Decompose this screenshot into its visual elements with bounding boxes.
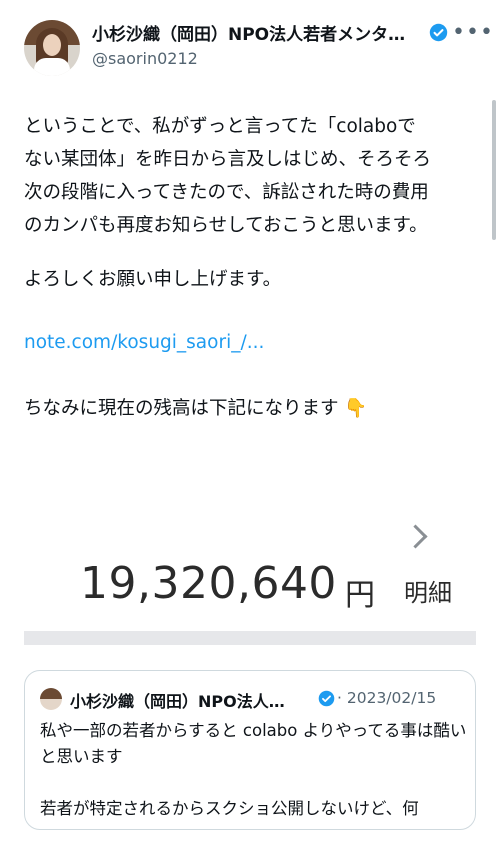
author-avatar[interactable] bbox=[24, 20, 80, 76]
tweet-line: ない某団体」を昨日から言及しはじめ、そろそろ bbox=[24, 149, 432, 170]
quote-author-name: 小杉沙織（岡田）NPO法人… bbox=[70, 692, 285, 711]
quote-text: 私や一部の若者からすると colabo よりやってる事は酷いと思います 若者が特… bbox=[40, 718, 470, 848]
tweet-line: のカンパも再度お知らせしておこうと思います。 bbox=[24, 215, 428, 236]
verified-badge-icon bbox=[429, 23, 448, 42]
tweet-line: 次の段階に入ってきたので、訴訟された時の費用 bbox=[24, 182, 429, 203]
quote-paragraph: 私や一部の若者からすると colabo よりやってる事は酷いと思います bbox=[40, 721, 467, 766]
avatar-face bbox=[43, 34, 61, 56]
balance-amount: 19,320,640 bbox=[80, 558, 337, 609]
quote-paragraph: 若者が特定されるからスクショ公開しないけど、何 bbox=[40, 799, 419, 818]
tweet-greeting: よろしくお願い申し上げます。 bbox=[24, 269, 282, 290]
quote-date: · 2023/02/15 bbox=[337, 689, 437, 707]
tweet-balance-note: ちなみに現在の残高は下記になります 👇 bbox=[24, 398, 368, 419]
verified-badge-icon bbox=[318, 690, 335, 707]
more-options-icon[interactable]: ••• bbox=[452, 20, 494, 45]
balance-unit: 円 bbox=[345, 578, 375, 613]
tweet-line: ということで、私がずっと言ってた「colaboで bbox=[24, 116, 416, 137]
scrollbar[interactable] bbox=[492, 100, 496, 240]
author-handle[interactable]: @saorin0212 bbox=[92, 49, 198, 68]
avatar-body bbox=[34, 58, 70, 76]
author-display-name[interactable]: 小杉沙織（岡田）NPO法人若者メンタ… bbox=[92, 20, 432, 45]
tweet-body: ということで、私がずっと言ってた「colaboで ない某団体」を昨日から言及しは… bbox=[24, 110, 484, 242]
quote-author-avatar bbox=[40, 688, 62, 710]
detail-link: 明細 bbox=[404, 579, 452, 607]
tweet-link[interactable]: note.com/kosugi_saori_/... bbox=[24, 332, 264, 353]
